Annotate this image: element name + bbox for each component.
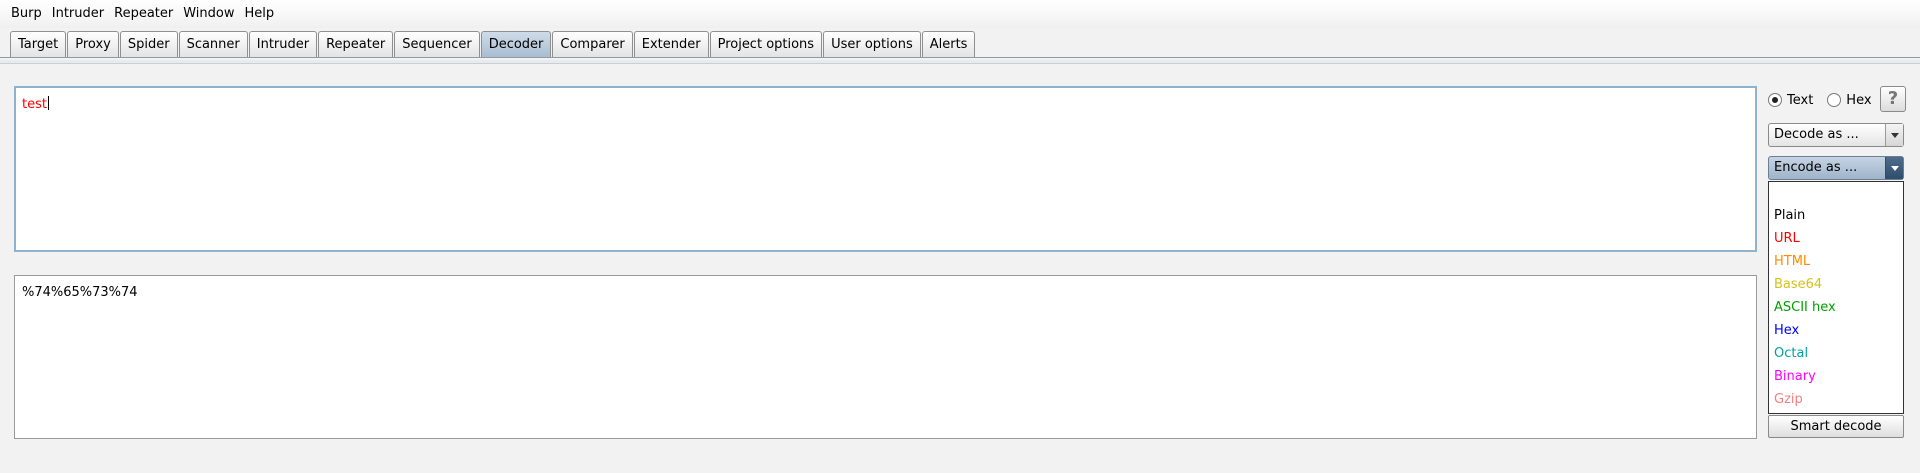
tab-scanner[interactable]: Scanner — [178, 31, 248, 57]
text-radio-label[interactable]: Text — [1787, 93, 1813, 108]
encode-option-ascii-hex[interactable]: ASCII hex — [1774, 300, 1836, 315]
tab-content-divider — [0, 60, 1920, 64]
decoder-input-text: test — [22, 96, 49, 112]
encode-as-menu: Plain URL HTML Base64 ASCII hex Hex Octa… — [1768, 181, 1904, 414]
encode-option-hex[interactable]: Hex — [1774, 323, 1799, 338]
decoder-output-textarea[interactable]: %74%65%73%74 — [14, 275, 1757, 439]
menu-window[interactable]: Window — [178, 0, 239, 28]
smart-decode-button[interactable]: Smart decode — [1768, 415, 1904, 438]
tab-repeater[interactable]: Repeater — [318, 31, 394, 57]
encode-option-octal[interactable]: Octal — [1774, 346, 1808, 361]
tab-alerts[interactable]: Alerts — [921, 31, 976, 57]
text-radio[interactable] — [1768, 93, 1782, 107]
tab-decoder[interactable]: Decoder — [480, 31, 552, 57]
encode-option-base64[interactable]: Base64 — [1774, 277, 1822, 292]
tab-proxy[interactable]: Proxy — [67, 31, 119, 57]
decoder-output-text: %74%65%73%74 — [22, 285, 138, 300]
tab-comparer[interactable]: Comparer — [552, 31, 633, 57]
menu-repeater[interactable]: Repeater — [109, 0, 178, 28]
decode-as-dropdown[interactable]: Decode as ... — [1768, 123, 1904, 147]
chevron-down-icon[interactable] — [1885, 157, 1903, 179]
tab-intruder[interactable]: Intruder — [248, 31, 318, 57]
chevron-down-icon[interactable] — [1885, 124, 1903, 146]
hex-radio[interactable] — [1827, 93, 1842, 107]
encode-as-dropdown[interactable]: Encode as ... — [1768, 156, 1904, 180]
tab-target[interactable]: Target — [10, 31, 67, 57]
menu-bar: Burp Intruder Repeater Window Help — [0, 0, 1920, 28]
tab-sequencer[interactable]: Sequencer — [394, 31, 480, 57]
encode-as-label: Encode as ... — [1774, 160, 1858, 175]
menu-intruder[interactable]: Intruder — [47, 0, 109, 28]
tab-extender[interactable]: Extender — [633, 31, 709, 57]
text-caret — [47, 96, 49, 110]
tab-spider[interactable]: Spider — [119, 31, 178, 57]
encode-option-plain[interactable]: Plain — [1774, 208, 1805, 223]
encode-option-html[interactable]: HTML — [1774, 254, 1810, 269]
encode-option-binary[interactable]: Binary — [1774, 369, 1816, 384]
tab-project-options[interactable]: Project options — [709, 31, 823, 57]
menu-burp[interactable]: Burp — [6, 0, 47, 28]
menu-help[interactable]: Help — [240, 0, 280, 28]
encode-option-gzip[interactable]: Gzip — [1774, 392, 1803, 407]
decoder-input-textarea[interactable]: test — [14, 86, 1757, 252]
decode-as-label: Decode as ... — [1774, 127, 1859, 142]
main-tab-strip: Target Proxy Spider Scanner Intruder Rep… — [0, 28, 1920, 58]
help-button[interactable]: ? — [1880, 86, 1906, 112]
tab-user-options[interactable]: User options — [823, 31, 921, 57]
hex-radio-label[interactable]: Hex — [1846, 93, 1871, 108]
encode-option-url[interactable]: URL — [1774, 231, 1800, 246]
